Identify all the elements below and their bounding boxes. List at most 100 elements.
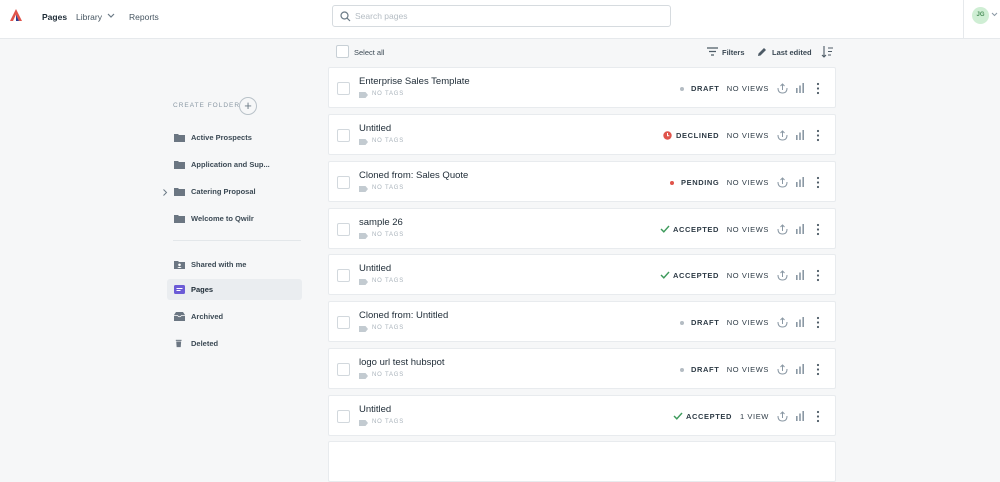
analytics-icon[interactable] xyxy=(795,130,805,140)
select-all-label[interactable]: Select all xyxy=(354,48,384,57)
page-title[interactable]: Cloned from: Untitled xyxy=(359,310,448,321)
more-options-icon[interactable] xyxy=(815,82,821,95)
nav-reports-link[interactable]: Reports xyxy=(129,12,159,22)
folder-welcome-to-qwilr[interactable]: Welcome to Qwilr xyxy=(174,212,304,226)
sidebar-item-pages[interactable]: Pages xyxy=(174,283,304,297)
analytics-icon[interactable] xyxy=(795,83,805,93)
analytics-icon[interactable] xyxy=(795,364,805,374)
tags-label[interactable]: NO TAGS xyxy=(372,278,404,284)
search-input[interactable] xyxy=(355,9,655,23)
sidebar-item-label: Pages xyxy=(191,285,214,294)
share-icon[interactable] xyxy=(776,410,789,423)
page-title[interactable]: sample 26 xyxy=(359,217,403,228)
sidebar-item-shared-with-me[interactable]: Shared with me xyxy=(174,258,304,272)
tags-label[interactable]: NO TAGS xyxy=(372,185,404,191)
views-count: NO VIEWS xyxy=(726,225,769,234)
qwilr-logo-icon[interactable] xyxy=(9,8,23,22)
tags-label[interactable]: NO TAGS xyxy=(372,91,404,97)
page-row[interactable]: Untitled NO TAGS ACCEPTED NO VIEWS xyxy=(328,254,836,295)
folder-catering-proposal[interactable]: Catering Proposal xyxy=(174,185,304,199)
row-checkbox[interactable] xyxy=(337,82,350,95)
status-badge: DRAFT xyxy=(678,317,721,329)
nav-pages-link[interactable]: Pages xyxy=(42,12,67,22)
chevron-down-icon[interactable] xyxy=(991,11,998,18)
more-options-icon[interactable] xyxy=(815,410,821,423)
status-label: ACCEPTED xyxy=(673,225,720,234)
analytics-icon[interactable] xyxy=(795,177,805,187)
share-icon[interactable] xyxy=(776,176,789,189)
page-title[interactable]: Untitled xyxy=(359,263,391,274)
tag-icon xyxy=(359,373,368,379)
share-icon[interactable] xyxy=(776,223,789,236)
page-row[interactable]: sample 26 NO TAGS ACCEPTED NO VIEWS xyxy=(328,208,836,249)
tag-icon xyxy=(359,326,368,332)
share-icon[interactable] xyxy=(776,129,789,142)
more-options-icon[interactable] xyxy=(815,223,821,236)
status-label: PENDING xyxy=(681,178,720,187)
tag-icon xyxy=(359,233,368,239)
check-icon xyxy=(673,412,683,420)
row-checkbox[interactable] xyxy=(337,269,350,282)
more-options-icon[interactable] xyxy=(815,316,821,329)
tags-label[interactable]: NO TAGS xyxy=(372,232,404,238)
tags-label[interactable]: NO TAGS xyxy=(372,372,404,378)
page-row[interactable]: Untitled NO TAGS DECLINED NO VIEWS xyxy=(328,114,836,155)
create-folder-button[interactable]: + xyxy=(239,97,257,115)
status-badge: DECLINED xyxy=(663,130,721,142)
tags-label[interactable]: NO TAGS xyxy=(372,325,404,331)
page-row[interactable]: Cloned from: Untitled NO TAGS DRAFT NO VIEW… xyxy=(328,301,836,342)
share-icon[interactable] xyxy=(776,269,789,282)
nav-library-link[interactable]: Library xyxy=(76,12,102,22)
more-options-icon[interactable] xyxy=(815,269,821,282)
folder-application-and-support[interactable]: Application and Sup... xyxy=(174,158,304,172)
share-icon[interactable] xyxy=(776,363,789,376)
select-all-checkbox[interactable] xyxy=(336,45,349,58)
page-title[interactable]: Cloned from: Sales Quote xyxy=(359,170,468,181)
row-checkbox[interactable] xyxy=(337,129,350,142)
filter-icon xyxy=(707,47,718,56)
page-title[interactable]: logo url test hubspot xyxy=(359,357,445,368)
analytics-icon[interactable] xyxy=(795,411,805,421)
row-checkbox[interactable] xyxy=(337,410,350,423)
row-checkbox[interactable] xyxy=(337,223,350,236)
row-checkbox[interactable] xyxy=(337,316,350,329)
folder-active-prospects[interactable]: Active Prospects xyxy=(174,131,304,145)
status-dot-icon xyxy=(680,368,684,372)
sidebar-item-label: Shared with me xyxy=(191,260,247,269)
analytics-icon[interactable] xyxy=(795,270,805,280)
share-icon[interactable] xyxy=(776,82,789,95)
page-title[interactable]: Enterprise Sales Template xyxy=(359,76,470,87)
tags-label[interactable]: NO TAGS xyxy=(372,138,404,144)
row-checkbox[interactable] xyxy=(337,363,350,376)
status-dot-icon xyxy=(680,321,684,325)
folder-icon xyxy=(174,161,185,169)
pages-icon xyxy=(174,285,185,294)
tags-label[interactable]: NO TAGS xyxy=(372,419,404,425)
page-row[interactable]: Enterprise Sales Template NO TAGS DRAFT NO … xyxy=(328,67,836,108)
page-row[interactable] xyxy=(328,441,836,482)
analytics-icon[interactable] xyxy=(795,224,805,234)
search-box[interactable] xyxy=(332,5,671,27)
page-title[interactable]: Untitled xyxy=(359,123,391,134)
page-title[interactable]: Untitled xyxy=(359,404,391,415)
more-options-icon[interactable] xyxy=(815,363,821,376)
analytics-icon[interactable] xyxy=(795,317,805,327)
sidebar-item-label: Deleted xyxy=(191,339,219,348)
page-row[interactable]: Untitled NO TAGS ACCEPTED 1 VIEW xyxy=(328,395,836,436)
folder-icon xyxy=(174,188,185,196)
sidebar-item-archived[interactable]: Archived xyxy=(174,310,304,324)
divider xyxy=(963,0,964,39)
share-icon[interactable] xyxy=(776,316,789,329)
chevron-right-icon[interactable] xyxy=(162,189,168,196)
sidebar-item-deleted[interactable]: Deleted xyxy=(174,337,304,351)
chevron-down-icon[interactable] xyxy=(107,13,115,19)
user-avatar[interactable]: JG xyxy=(972,7,989,24)
page-row[interactable]: Cloned from: Sales Quote NO TAGS PENDING NO… xyxy=(328,161,836,202)
status-label: DRAFT xyxy=(691,365,720,374)
row-checkbox[interactable] xyxy=(337,176,350,189)
more-options-icon[interactable] xyxy=(815,176,821,189)
sort-order-icon[interactable] xyxy=(821,45,834,58)
page-row[interactable]: logo url test hubspot NO TAGS DRAFT NO VIEW… xyxy=(328,348,836,389)
more-options-icon[interactable] xyxy=(815,129,821,142)
filters-label: Filters xyxy=(722,48,745,57)
